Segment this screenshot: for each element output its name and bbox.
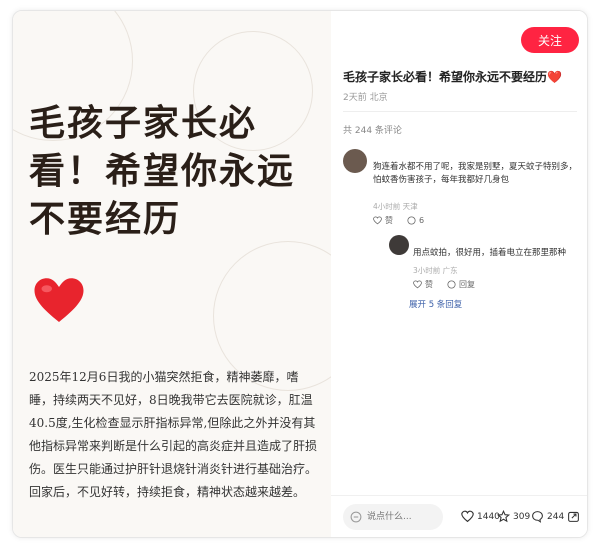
heart-icon [34, 278, 84, 322]
post-meta: 2天前 北京 [343, 93, 388, 103]
reply-count: 6 [419, 216, 425, 225]
star-stat[interactable]: 309 [497, 510, 530, 523]
star-icon [497, 510, 510, 523]
like-button[interactable]: 赞 [373, 215, 393, 226]
comment-text: 狗连着水都不用了呢，我家是别墅，夏天蚊子特别多，怕蚊香伤害孩子，每年我都好几身包 [373, 162, 578, 185]
like-label: 赞 [385, 216, 393, 225]
comment-icon [532, 511, 543, 523]
bottom-action-bar: 1440 309 244 [331, 495, 587, 537]
divider [343, 111, 577, 112]
comment-stat[interactable]: 244 [531, 510, 564, 523]
share-icon [568, 511, 579, 522]
avatar[interactable] [389, 235, 409, 255]
comment-meta: 3小时前 广东 [413, 266, 458, 275]
star-count: 309 [513, 511, 531, 522]
like-label: 赞 [425, 280, 433, 289]
post-image: 毛孩子家长必看！希望你永远不要经历 2025年12月6日我的小猫突然拒食，精神萎… [13, 11, 331, 537]
avatar[interactable] [343, 149, 367, 173]
reply-button[interactable]: 6 [407, 215, 424, 226]
expand-replies-link[interactable]: 展开 5 条回复 [409, 298, 462, 310]
comment-actions: 赞 回复 [413, 279, 475, 290]
comment-meta: 4小时前 天津 [373, 202, 418, 211]
comment-icon [407, 216, 416, 225]
post-sidebar: 关注 毛孩子家长必看！希望你永远不要经历❤️ 2天前 北京 共 244 条评论 … [331, 11, 587, 537]
edit-icon [350, 511, 362, 523]
post-headline: 毛孩子家长必看！希望你永远不要经历 [29, 102, 296, 240]
reply-label: 回复 [459, 280, 475, 289]
post-detail-window: 毛孩子家长必看！希望你永远不要经历 2025年12月6日我的小猫突然拒食，精神萎… [12, 10, 588, 538]
share-button[interactable] [567, 510, 580, 523]
post-title: 毛孩子家长必看！希望你永远不要经历❤️ [343, 70, 562, 84]
post-body-text: 2025年12月6日我的小猫突然拒食，精神萎靡，嗜睡，持续两天不见好，8日晚我带… [29, 370, 318, 499]
comment-stat-count: 244 [547, 511, 565, 522]
comment-reply-item: 用点蚊拍，很好用，插着电立在那里那种 3小时前 广东 赞 回复 [343, 235, 583, 295]
comment-text: 用点蚊拍，很好用，插着电立在那里那种 [413, 248, 567, 258]
comment-icon [447, 280, 456, 289]
heart-outline-icon [373, 216, 382, 225]
heart-outline-icon [413, 280, 422, 289]
comment-item: 狗连着水都不用了呢，我家是别墅，夏天蚊子特别多，怕蚊香伤害孩子，每年我都好几身包… [343, 149, 583, 229]
comment-actions: 赞 6 [373, 215, 424, 226]
heart-outline-icon [461, 510, 474, 523]
reply-button[interactable]: 回复 [447, 279, 475, 290]
comment-count: 共 244 条评论 [343, 126, 402, 136]
like-button[interactable]: 赞 [413, 279, 433, 290]
follow-button[interactable]: 关注 [521, 27, 579, 53]
like-stat[interactable]: 1440 [461, 510, 500, 523]
